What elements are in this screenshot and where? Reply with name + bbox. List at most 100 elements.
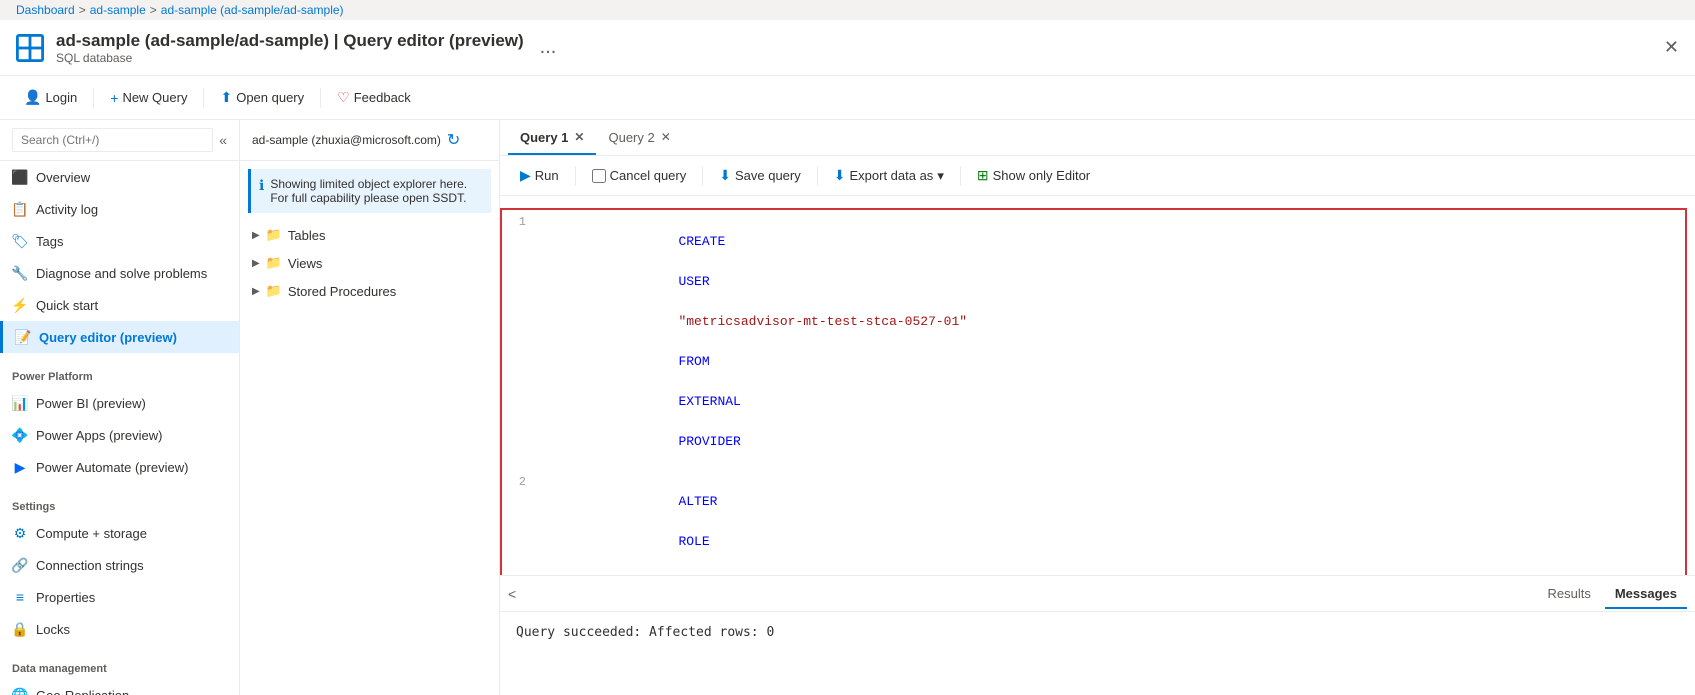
tab-query1[interactable]: Query 1 ✕ xyxy=(508,122,596,155)
tab-results[interactable]: Results xyxy=(1537,580,1600,609)
quickstart-icon: ⚡ xyxy=(12,297,28,313)
success-message: Query succeeded: Affected rows: 0 xyxy=(516,625,774,640)
chevron-down-icon: ▾ xyxy=(937,168,944,184)
app-logo xyxy=(16,34,44,62)
sidebar-item-compute-storage[interactable]: ⚙ Compute + storage xyxy=(0,517,239,549)
tab-query2-close[interactable]: ✕ xyxy=(661,130,671,144)
info-icon: ℹ xyxy=(259,177,264,205)
header-bar: ad-sample (ad-sample/ad-sample) | Query … xyxy=(0,20,1695,76)
activity-icon: 📋 xyxy=(12,201,28,217)
compute-icon: ⚙ xyxy=(12,525,28,541)
tags-icon: 🏷 xyxy=(12,233,28,249)
results-body: Query succeeded: Affected rows: 0 xyxy=(500,612,1695,652)
query-tabs: Query 1 ✕ Query 2 ✕ xyxy=(500,120,1695,156)
cancel-query-button[interactable]: Cancel query xyxy=(584,164,695,187)
editor-sep-4 xyxy=(960,166,961,186)
geo-icon: 🌐 xyxy=(12,687,28,695)
sidebar-item-properties[interactable]: ≡ Properties xyxy=(0,581,239,613)
heart-icon: ♡ xyxy=(337,89,350,106)
page-subtitle: SQL database xyxy=(56,51,524,65)
feedback-button[interactable]: ♡ Feedback xyxy=(329,85,419,110)
plus-icon: + xyxy=(110,90,118,106)
cancel-checkbox[interactable] xyxy=(592,169,606,183)
refresh-icon[interactable]: ↻ xyxy=(447,130,460,150)
sidebar-item-activity-log[interactable]: 📋 Activity log xyxy=(0,193,239,225)
search-input[interactable] xyxy=(12,128,213,152)
sidebar-item-tags[interactable]: 🏷 Tags xyxy=(0,225,239,257)
editor-area: Query 1 ✕ Query 2 ✕ ▶ Run xyxy=(500,120,1695,695)
toolbar-separator xyxy=(93,88,94,108)
power-platform-label: Power Platform xyxy=(0,361,239,387)
power-apps-icon: 💠 xyxy=(12,427,28,443)
editor-sep-3 xyxy=(817,166,818,186)
power-bi-icon: 📊 xyxy=(12,395,28,411)
open-query-button[interactable]: ⬆ Open query xyxy=(212,85,312,110)
breadcrumb-sep1: > xyxy=(79,3,86,17)
properties-icon: ≡ xyxy=(12,589,28,605)
expand-arrow-views: ▶ xyxy=(252,258,260,269)
breadcrumb-dashboard[interactable]: Dashboard xyxy=(16,3,75,17)
sidebar-item-power-automate[interactable]: ▶ Power Automate (preview) xyxy=(0,451,239,483)
login-button[interactable]: 👤 Login xyxy=(16,85,85,110)
breadcrumb: Dashboard > ad-sample > ad-sample (ad-sa… xyxy=(0,0,1695,20)
page-title: ad-sample (ad-sample/ad-sample) | Query … xyxy=(56,31,524,51)
results-collapse-button[interactable]: < xyxy=(508,586,516,602)
toolbar-separator-3 xyxy=(320,88,321,108)
code-content-1: CREATE USER "metricsadvisor-mt-test-stca… xyxy=(538,212,1685,472)
breadcrumb-full[interactable]: ad-sample (ad-sample/ad-sample) xyxy=(161,3,344,17)
sidebar-item-query-editor[interactable]: 📝 Query editor (preview) xyxy=(0,321,239,353)
query-editor-icon: 📝 xyxy=(15,329,31,345)
sidebar: « ⬛ Overview 📋 Activity log 🏷 Tags 🔧 Dia… xyxy=(0,120,240,695)
results-panel: < Results Messages Query succeeded: Affe… xyxy=(500,575,1695,695)
editor-toolbar: ▶ Run Cancel query ⬇ Save query xyxy=(500,156,1695,196)
sidebar-item-geo-replication[interactable]: 🌐 Geo-Replication xyxy=(0,679,239,695)
sidebar-item-locks[interactable]: 🔒 Locks xyxy=(0,613,239,645)
header-more-button[interactable]: ... xyxy=(540,36,557,59)
power-automate-icon: ▶ xyxy=(12,459,28,475)
settings-label: Settings xyxy=(0,491,239,517)
editor-sep-2 xyxy=(702,166,703,186)
diagnose-icon: 🔧 xyxy=(12,265,28,281)
tree-item-stored-procedures[interactable]: ▶ 📁 Stored Procedures xyxy=(240,277,499,305)
sidebar-item-quick-start[interactable]: ⚡ Quick start xyxy=(0,289,239,321)
sidebar-item-overview[interactable]: ⬛ Overview xyxy=(0,161,239,193)
export-data-button[interactable]: ⬇ Export data as ▾ xyxy=(826,163,952,188)
tab-messages[interactable]: Messages xyxy=(1605,580,1687,609)
person-icon: 👤 xyxy=(24,89,41,106)
sidebar-item-diagnose[interactable]: 🔧 Diagnose and solve problems xyxy=(0,257,239,289)
export-icon: ⬇ xyxy=(834,167,846,184)
info-text: Showing limited object explorer here. Fo… xyxy=(270,177,483,205)
sidebar-item-power-bi[interactable]: 📊 Power BI (preview) xyxy=(0,387,239,419)
close-button[interactable]: ✕ xyxy=(1664,37,1679,58)
folder-icon: 📁 xyxy=(266,227,282,243)
results-tabs: < Results Messages xyxy=(500,576,1695,612)
tab-query1-close[interactable]: ✕ xyxy=(574,130,584,144)
locks-icon: 🔒 xyxy=(12,621,28,637)
line-number-2: 2 xyxy=(502,472,538,492)
tree-item-views[interactable]: ▶ 📁 Views xyxy=(240,249,499,277)
breadcrumb-sep2: > xyxy=(150,3,157,17)
editor-sep-1 xyxy=(575,166,576,186)
code-line-2: 2 ALTER ROLE db_datareader ADD xyxy=(502,472,1685,575)
show-editor-button[interactable]: ⊞ Show only Editor xyxy=(969,163,1098,188)
sidebar-item-connection-strings[interactable]: 🔗 Connection strings xyxy=(0,549,239,581)
explorer-header: ad-sample (zhuxia@microsoft.com) ↻ xyxy=(240,120,499,161)
folder-icon-sp: 📁 xyxy=(266,283,282,299)
highlighted-code-block: 1 CREATE USER "metricsadvisor-mt-test-st… xyxy=(500,208,1687,575)
breadcrumb-ad-sample[interactable]: ad-sample xyxy=(90,3,146,17)
code-area[interactable]: 1 CREATE USER "metricsadvisor-mt-test-st… xyxy=(500,196,1695,575)
tree-item-tables[interactable]: ▶ 📁 Tables xyxy=(240,221,499,249)
sidebar-item-power-apps[interactable]: 💠 Power Apps (preview) xyxy=(0,419,239,451)
grid-icon: ⊞ xyxy=(977,167,989,184)
overview-icon: ⬛ xyxy=(12,169,28,185)
connection-icon: 🔗 xyxy=(12,557,28,573)
editor-content: 1 CREATE USER "metricsadvisor-mt-test-st… xyxy=(500,196,1695,695)
new-query-button[interactable]: + New Query xyxy=(102,86,195,110)
save-query-button[interactable]: ⬇ Save query xyxy=(711,163,809,188)
tab-query2[interactable]: Query 2 ✕ xyxy=(596,122,682,155)
upload-icon: ⬆ xyxy=(220,89,232,106)
run-button[interactable]: ▶ Run xyxy=(512,163,567,188)
sidebar-search-container: « xyxy=(0,120,239,161)
connection-label: ad-sample (zhuxia@microsoft.com) xyxy=(252,133,441,147)
sidebar-collapse-button[interactable]: « xyxy=(219,132,227,148)
